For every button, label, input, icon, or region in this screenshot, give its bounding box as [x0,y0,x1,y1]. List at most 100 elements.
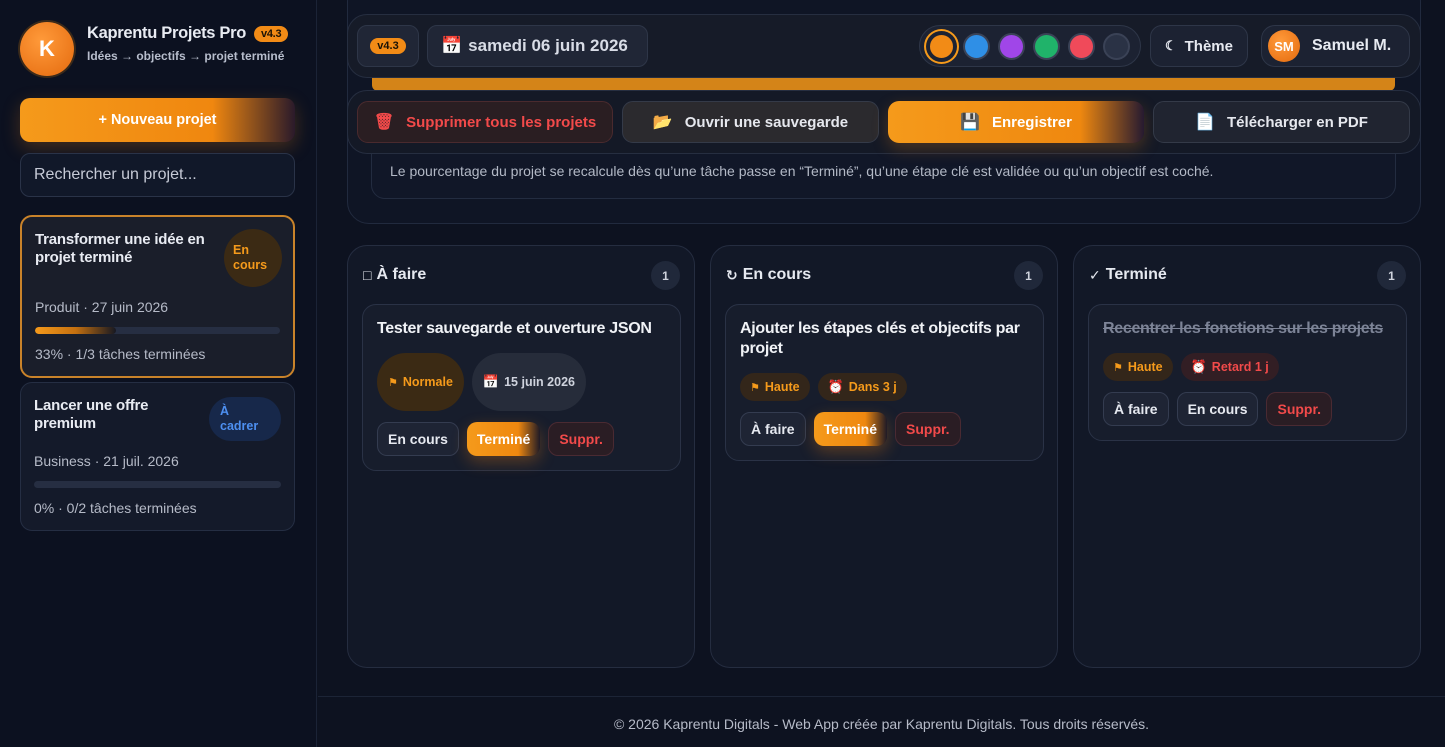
project-card[interactable]: Transformer une idée en projet terminé E… [20,215,295,378]
task-card[interactable]: Tester sauvegarde et ouverture JSON ⚑ No… [362,304,681,471]
priority-text: Haute [764,380,800,394]
move-to-done-button[interactable]: Terminé [466,422,541,456]
new-project-button[interactable]: + Nouveau projet [20,98,295,142]
overdue-tag: ⏰ Retard 1 j [1180,353,1279,381]
progress-hint-text: Le pourcentage du projet se recalcule dè… [390,163,1214,179]
column-title: ✓ Terminé [1089,266,1167,284]
download-pdf-button[interactable]: 📄 Télécharger en PDF [1153,101,1410,143]
brand: K Kaprentu Projets Pro v4.3 Idées → obje… [20,22,302,76]
column-count-badge: 1 [1377,261,1406,290]
save-label: Enregistrer [991,113,1072,131]
alarm-clock-icon: ⏰ [827,379,844,394]
checkbox-icon: □ [363,267,372,283]
version-badge: v4.3 [254,25,289,42]
column-count-badge: 1 [651,261,680,290]
app-logo: K [20,22,74,76]
project-search-input[interactable] [20,153,295,197]
column-title-text: Terminé [1105,266,1167,283]
column-title: □ À faire [363,266,426,284]
project-progress-bar [34,481,281,488]
move-to-in-progress-button[interactable]: En cours [377,422,459,456]
move-to-todo-button[interactable]: À faire [1103,392,1169,426]
moon-icon: ☾ [1164,38,1177,53]
project-meta: Business · 21 juil. 2026 [34,453,179,469]
move-to-done-button[interactable]: Terminé [813,412,888,446]
due-date-text: 15 juin 2026 [504,375,575,389]
project-status-text: À cadrer [220,404,259,433]
project-card[interactable]: Lancer une offre premium À cadrer Busine… [20,382,295,531]
priority-text: Haute [1127,360,1163,374]
task-title: Ajouter les étapes clés et objectifs par… [740,320,1020,357]
user-name: Samuel M. [1312,37,1392,54]
column-title-text: À faire [376,266,427,283]
due-tag: ⏰ Dans 3 j [817,373,907,401]
delete-task-button[interactable]: Suppr. [895,412,961,446]
kanban-column-todo: □ À faire 1 Tester sauvegarde et ouvertu… [347,245,695,668]
move-to-in-progress-button[interactable]: En cours [1176,392,1259,426]
open-backup-button[interactable]: 📂 Ouvrir une sauvegarde [622,101,879,143]
project-title: Lancer une offre premium [34,397,149,432]
delete-task-button[interactable]: Suppr. [1266,392,1333,426]
document-icon: 📄 [1195,114,1216,131]
delete-all-label: Supprimer tous les projets [406,113,597,131]
app-title-text: Kaprentu Projets Pro [87,24,247,42]
due-date-tag: 📅 15 juin 2026 [471,353,586,411]
flag-icon: ⚑ [388,376,398,389]
calendar-icon: 📅 [482,374,500,389]
task-card[interactable]: Ajouter les étapes clés et objectifs par… [725,304,1044,461]
checkmark-icon: ✓ [1089,266,1101,283]
app-title: Kaprentu Projets Pro v4.3 [87,24,302,43]
project-stats: 33% · 1/3 tâches terminées [35,346,206,362]
priority-text: Normale [402,375,453,389]
accent-color-picker [919,25,1141,67]
color-swatch-green[interactable] [1033,32,1060,60]
move-to-todo-button[interactable]: À faire [740,412,806,446]
project-title: Transformer une idée en projet terminé [35,231,205,266]
trash-icon: 🗑 [373,114,395,131]
project-meta: Produit · 27 juin 2026 [35,299,169,315]
version-badge: v4.3 [370,38,406,54]
color-swatch-blue[interactable] [963,32,990,60]
column-count-badge: 1 [1014,261,1043,290]
project-progress-bar [35,327,280,334]
due-text: Dans 3 j [848,380,897,394]
calendar-icon: 📅 [441,36,463,55]
folder-icon: 📂 [652,114,673,131]
color-swatch-orange[interactable] [928,32,955,60]
task-card[interactable]: Recentrer les fonctions sur les projets … [1088,304,1407,441]
project-status-badge: À cadrer [209,397,281,441]
footer-copyright: © 2026 Kaprentu Digitals - Web App créée… [613,716,1150,732]
floppy-icon: 💾 [960,114,980,131]
sidebar: K Kaprentu Projets Pro v4.3 Idées → obje… [0,0,317,747]
save-button[interactable]: 💾 Enregistrer [888,101,1144,143]
open-backup-label: Ouvrir une sauvegarde [684,113,849,131]
project-progress-fill [35,327,116,334]
delete-task-button[interactable]: Suppr. [548,422,614,456]
theme-toggle-button[interactable]: ☾ Thème [1150,25,1248,67]
project-status-badge: En cours [224,229,282,287]
task-title: Recentrer les fonctions sur les projets [1103,320,1383,337]
color-swatch-dark[interactable] [1103,32,1130,60]
date-display: 📅 samedi 06 juin 2026 [427,25,648,67]
alarm-clock-icon: ⏰ [1190,359,1207,374]
priority-tag: ⚑ Normale [377,353,464,411]
delete-all-projects-button[interactable]: 🗑 Supprimer tous les projets [357,101,613,143]
current-date: samedi 06 juin 2026 [468,36,628,55]
version-chip: v4.3 [357,25,419,67]
column-title: ↻ En cours [726,266,811,284]
app-subtitle: Idées → objectifs → projet terminé [87,49,285,63]
column-title-text: En cours [742,266,812,283]
refresh-icon: ↻ [726,266,738,283]
project-stats: 0% · 0/2 tâches terminées [34,500,197,516]
priority-tag: ⚑ Haute [740,373,810,401]
color-swatch-purple[interactable] [998,32,1025,60]
project-status-text: En cours [233,243,268,272]
user-menu[interactable]: SM Samuel M. [1261,25,1410,67]
avatar: SM [1268,30,1300,62]
kanban-column-done: ✓ Terminé 1 Recentrer les fonctions sur … [1073,245,1421,668]
download-pdf-label: Télécharger en PDF [1227,113,1368,131]
overdue-text: Retard 1 j [1211,360,1269,374]
flag-icon: ⚑ [1113,361,1123,374]
color-swatch-red[interactable] [1068,32,1095,60]
flag-icon: ⚑ [750,381,760,394]
